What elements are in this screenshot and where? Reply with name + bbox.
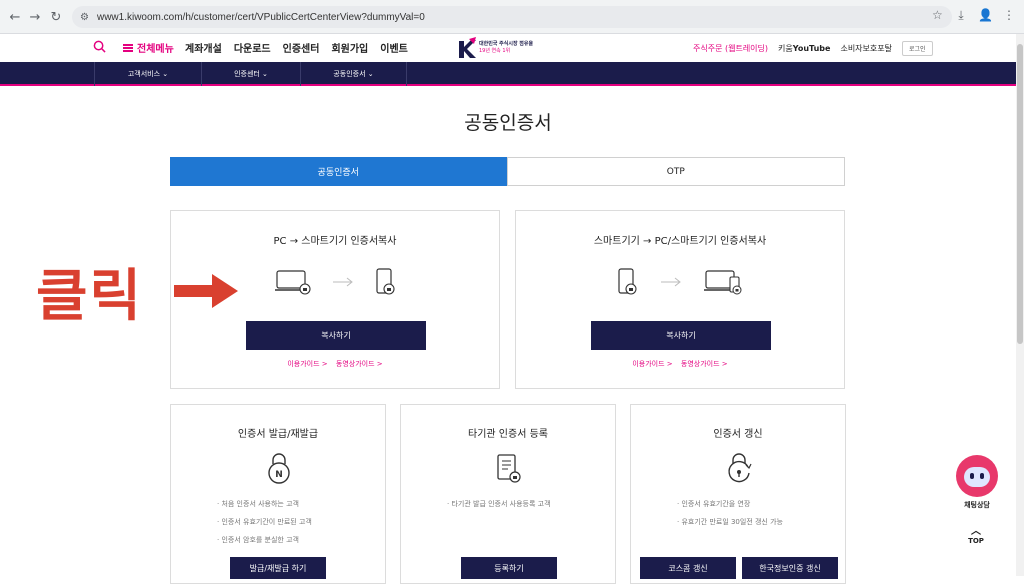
site-info-icon[interactable]: ⚙ — [80, 12, 89, 23]
login-button[interactable]: 로그인 — [901, 41, 933, 56]
pc-to-mobile-icon — [275, 268, 395, 295]
card-title: PC → 스마트기기 인증서복사 — [273, 236, 397, 247]
card-other-institution: 타기관 인증서 등록 타기관 발급 인증서 사용등록 고객 등록하기 — [400, 404, 616, 584]
mobile-to-pc-icon — [618, 268, 742, 295]
kiwoom-logo[interactable]: 대한민국 주식시장 점유율 19년 연속 1위 — [457, 37, 557, 59]
top-menu: 계좌개설 다운로드 인증센터 회원가입 이벤트 — [185, 40, 408, 55]
bullet-list: 인증서 유효기간을 연장 유효기간 만료일 30일전 갱신 가능 — [677, 499, 783, 535]
card-renewal: 인증서 갱신 인증서 유효기간을 연장 유효기간 만료일 30일전 갱신 가능 … — [630, 404, 846, 584]
top-label: TOP — [968, 537, 984, 545]
url-text: www1.kiwoom.com/h/customer/cert/VPublicC… — [96, 11, 425, 23]
scroll-top-button[interactable]: ︿ TOP — [962, 526, 990, 546]
card-issue-reissue: 인증서 발급/재발급 N 처음 인증서 사용하는 고객 인증서 유효기간이 만료… — [170, 404, 386, 584]
forward-icon[interactable]: → — [24, 6, 46, 28]
card-title: 타기관 인증서 등록 — [468, 429, 548, 440]
svg-text:N: N — [275, 470, 283, 480]
web-trading-link[interactable]: 주식주문 (웹트레이딩) — [693, 43, 768, 54]
subnav-joint-cert[interactable]: 공동인증서 ⌄ — [300, 62, 407, 86]
guide-links: 이용가이드 > 동영상가이드 > — [516, 359, 844, 369]
all-menu-label: 전체메뉴 — [137, 44, 174, 55]
scrollbar-thumb[interactable] — [1017, 44, 1023, 344]
chatbot-label: 채팅상담 — [964, 501, 990, 509]
bullet-item: 인증서 암호를 분실한 고객 — [217, 535, 312, 545]
header-right-links: 주식주문 (웹트레이딩) 키움YouTube 소비자보호포탈 로그인 — [693, 41, 933, 56]
tab-joint-cert[interactable]: 공동인증서 — [170, 157, 507, 186]
page-title: 공동인증서 — [464, 112, 552, 134]
copy-button-mobile-to-pc[interactable]: 복사하기 — [591, 321, 771, 350]
click-annotation-text: 클릭 — [36, 264, 144, 329]
video-guide-link[interactable]: 동영상가이드 > — [681, 360, 728, 368]
card-mobile-to-pc: 스마트기기 → PC/스마트기기 인증서복사 복사하기 이용가이드 > 동영상가… — [515, 210, 845, 389]
bullet-item: 인증서 유효기간을 연장 — [677, 499, 783, 509]
document-lock-icon — [497, 454, 521, 483]
browser-toolbar: ← → ↻ ⚙ www1.kiwoom.com/h/customer/cert/… — [0, 0, 1024, 34]
bullet-item: 처음 인증서 사용하는 고객 — [217, 499, 312, 509]
more-menu-icon[interactable]: ⋮ — [1002, 8, 1016, 23]
consumer-portal-link[interactable]: 소비자보호포탈 — [840, 43, 892, 54]
subnav-customer-service[interactable]: 고객서비스 ⌄ — [94, 62, 201, 86]
chevron-up-icon: ︿ — [971, 526, 981, 537]
hamburger-icon — [123, 43, 133, 52]
menu-event[interactable]: 이벤트 — [380, 40, 408, 55]
back-icon[interactable]: ← — [4, 6, 26, 28]
address-bar[interactable]: ⚙ www1.kiwoom.com/h/customer/cert/VPubli… — [72, 6, 952, 28]
youtube-prefix: 키움 — [778, 44, 793, 53]
card-title: 인증서 갱신 — [713, 429, 763, 440]
subnav-cert-center[interactable]: 인증센터 ⌄ — [201, 62, 300, 86]
search-icon[interactable] — [93, 40, 106, 53]
lock-n-icon: N — [268, 453, 290, 484]
kiwoom-k-logo-icon — [459, 37, 476, 58]
reload-icon[interactable]: ↻ — [45, 6, 67, 28]
guide-links: 이용가이드 > 동영상가이드 > — [171, 359, 499, 369]
video-guide-link[interactable]: 동영상가이드 > — [336, 360, 383, 368]
bullet-item: 유효기간 만료일 30일전 갱신 가능 — [677, 517, 783, 527]
page-scrollbar[interactable] — [1016, 34, 1024, 576]
download-icon[interactable]: ⤓ — [954, 8, 968, 23]
chatbot-avatar-icon — [956, 455, 998, 497]
usage-guide-link[interactable]: 이용가이드 > — [287, 360, 327, 368]
youtube-label: YouTube — [792, 44, 831, 53]
menu-signup[interactable]: 회원가입 — [331, 40, 368, 55]
bullet-list: 타기관 발급 인증서 사용등록 고객 — [447, 499, 550, 517]
menu-cert-center[interactable]: 인증센터 — [283, 40, 320, 55]
card-title: 인증서 발급/재발급 — [237, 429, 319, 440]
menu-account-open[interactable]: 계좌개설 — [185, 40, 222, 55]
bullet-item: 타기관 발급 인증서 사용등록 고객 — [447, 499, 550, 509]
bookmark-star-icon[interactable]: ☆ — [932, 8, 943, 22]
usage-guide-link[interactable]: 이용가이드 > — [632, 360, 672, 368]
chatbot-button[interactable]: 채팅상담 — [955, 455, 999, 510]
sub-navigation: 고객서비스 ⌄ 인증센터 ⌄ 공동인증서 ⌄ — [0, 62, 1024, 86]
profile-icon[interactable]: 👤 — [978, 8, 993, 23]
all-menu-button[interactable]: 전체메뉴 — [123, 40, 174, 55]
right-arrow-icon — [174, 274, 238, 308]
menu-download[interactable]: 다운로드 — [234, 40, 271, 55]
logo-tagline-2: 19년 연속 1위 — [479, 48, 511, 54]
bullet-list: 처음 인증서 사용하는 고객 인증서 유효기간이 만료된 고객 인증서 암호를 … — [217, 499, 312, 553]
card-title: 스마트기기 → PC/스마트기기 인증서복사 — [593, 236, 767, 247]
bullet-item: 인증서 유효기간이 만료된 고객 — [217, 517, 311, 527]
cert-tabs: 공동인증서 OTP — [170, 157, 845, 186]
tab-otp[interactable]: OTP — [506, 157, 845, 186]
logo-tagline-1: 대한민국 주식시장 점유율 — [479, 41, 534, 47]
youtube-link[interactable]: 키움YouTube — [778, 43, 830, 54]
copy-button-pc-to-mobile[interactable]: 복사하기 — [246, 321, 426, 350]
lock-refresh-icon — [728, 453, 752, 483]
